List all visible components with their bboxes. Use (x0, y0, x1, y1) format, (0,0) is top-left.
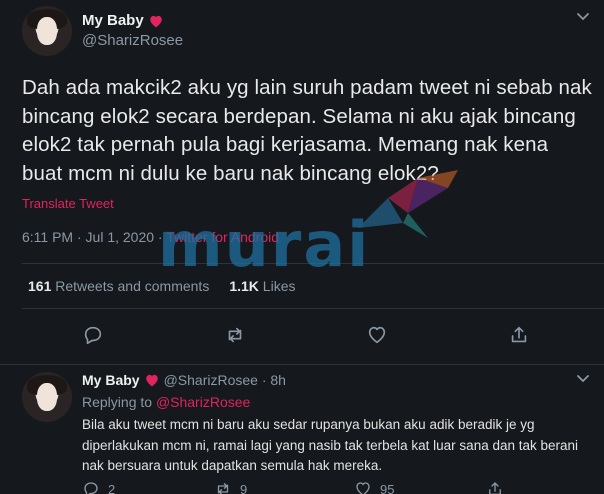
avatar-face (37, 17, 57, 45)
reply-share-action[interactable] (486, 480, 504, 494)
tweet-separator (0, 364, 604, 365)
reply-text: Bila aku tweet mcm ni baru aku sedar rup… (82, 417, 579, 473)
replying-to: Replying to @SharizRosee (82, 394, 250, 410)
tweet-source[interactable]: Twitter for Android (166, 229, 279, 245)
reply-retweet-action[interactable]: 9 (214, 480, 247, 494)
likes-count: 1.1K (229, 278, 259, 294)
replying-prefix: Replying to (82, 394, 156, 410)
share-icon[interactable] (508, 324, 530, 346)
retweet-count: 9 (240, 481, 248, 494)
like-icon (356, 482, 370, 494)
retweet-icon[interactable] (224, 324, 246, 346)
reply-actions: 2 9 95 (82, 480, 592, 494)
tweet-actions (0, 322, 604, 352)
share-icon (489, 482, 501, 494)
chevron-down-icon[interactable] (576, 12, 590, 22)
tweet-meta: 6:11 PM · Jul 1, 2020 · Twitter for Andr… (22, 229, 279, 245)
like-count: 95 (380, 481, 395, 494)
main-tweet: My Baby @SharizRosee Dah ada makcik2 aku… (0, 0, 604, 366)
retweets-stat[interactable]: 161 Retweets and comments (28, 278, 209, 294)
avatar[interactable] (22, 6, 72, 56)
reply-avatar[interactable] (22, 372, 72, 422)
retweet-icon (217, 483, 229, 494)
reply-count: 2 (108, 481, 116, 494)
tweet-text: Dah ada makcik2 aku yg lain suruh padam … (22, 76, 592, 185)
likes-label: Likes (262, 278, 296, 294)
reply-icon[interactable] (82, 324, 104, 346)
heart-icon (149, 15, 162, 27)
avatar-face (37, 383, 57, 411)
handle[interactable]: @SharizRosee (82, 32, 183, 49)
likes-stat[interactable]: 1.1K Likes (229, 278, 295, 294)
reply-handle-time[interactable]: @SharizRosee · 8h (164, 372, 286, 388)
reply-reply-action[interactable]: 2 (82, 480, 115, 494)
retweets-count: 161 (28, 278, 52, 294)
reply-like-action[interactable]: 95 (354, 480, 394, 494)
chevron-down-icon[interactable] (576, 374, 590, 384)
tweet-stats: 161 Retweets and comments 1.1K Likes (28, 278, 295, 294)
replying-mention[interactable]: @SharizRosee (156, 394, 250, 410)
author-name-row[interactable]: My Baby (82, 12, 164, 29)
tweet-timestamp[interactable]: 6:11 PM · Jul 1, 2020 · (22, 229, 166, 245)
divider (22, 308, 604, 309)
like-icon[interactable] (366, 324, 388, 346)
display-name[interactable]: My Baby (82, 12, 144, 29)
heart-icon (145, 374, 158, 387)
retweets-label: Retweets and comments (55, 278, 210, 294)
reply-display-name[interactable]: My Baby (82, 372, 140, 388)
tweet-feed: My Baby @SharizRosee Dah ada makcik2 aku… (0, 0, 604, 494)
reply-icon (84, 482, 98, 494)
translate-tweet-link[interactable]: Translate Tweet (22, 196, 114, 211)
divider (22, 263, 604, 264)
reply-header: My Baby @SharizRosee · 8h (82, 372, 286, 388)
